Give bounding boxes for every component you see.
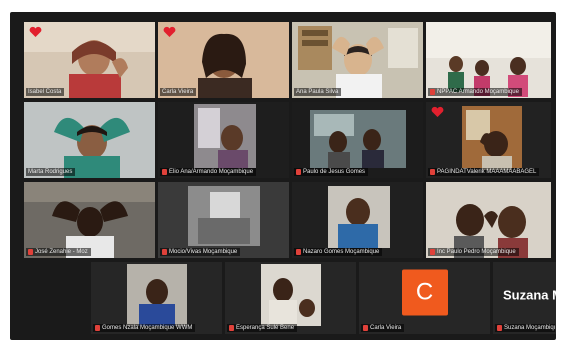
participant-tile[interactable]: C Carla Vieira — [359, 262, 490, 334]
participant-name: José Zenahie - Moz — [35, 249, 88, 255]
participant-video — [158, 102, 289, 178]
participant-name: Marta Rodrigues — [28, 169, 73, 175]
participant-video — [426, 182, 551, 258]
participant-name: Paulo de Jesus Gomes — [303, 169, 366, 175]
participant-name-tag: PAGINDATValerik MAAAMAABAGEL — [428, 168, 540, 176]
participant-name-tag: Inc Paulo Pedro Moçambique — [428, 248, 519, 256]
participant-tile[interactable]: Nazaro Gomes Moçambique — [292, 182, 423, 258]
mic-muted-icon — [497, 325, 502, 331]
participant-name-tag: NPPAC Armando Moçambique — [428, 88, 522, 96]
participant-tile[interactable]: Suzana M Suzana Moçambique — [493, 262, 556, 334]
participant-tile[interactable]: NPPAC Armando Moçambique — [426, 22, 551, 98]
participant-tile[interactable]: José Zenahie - Moz — [24, 182, 155, 258]
participant-tile[interactable]: Paulo de Jesus Gomes — [292, 102, 423, 178]
heart-reaction-icon — [431, 106, 444, 117]
mic-muted-icon — [363, 325, 368, 331]
participant-name: Carla Vieira — [162, 89, 194, 95]
participant-tile[interactable]: Marta Rodrigues — [24, 102, 155, 178]
participant-tile[interactable]: Elio Ana/Armando Moçambique — [158, 102, 289, 178]
participant-tile-active-speaker[interactable]: Ana Paula Silva — [292, 22, 423, 98]
mic-muted-icon — [162, 249, 167, 255]
participant-video — [292, 102, 423, 178]
participant-name: NPPAC Armando Moçambique — [437, 89, 519, 95]
mic-muted-icon — [296, 249, 301, 255]
participant-tile[interactable]: Mocio/Vivas Moçambique — [158, 182, 289, 258]
participant-video — [292, 182, 423, 258]
participant-name: Inc Paulo Pedro Moçambique — [437, 249, 516, 255]
participant-video — [158, 182, 289, 258]
participant-name: Isabel Costa — [28, 89, 62, 95]
participant-name: Esperança Sulé Bene — [236, 325, 295, 331]
mic-muted-icon — [296, 169, 301, 175]
participant-name-tag: Carla Vieira — [160, 88, 197, 96]
participant-video — [292, 22, 423, 98]
mic-muted-icon — [162, 169, 167, 175]
participant-name-tag: Mocio/Vivas Moçambique — [160, 248, 241, 256]
participant-video — [24, 182, 155, 258]
participant-name: Mocio/Vivas Moçambique — [169, 249, 238, 255]
participant-name-tag: Paulo de Jesus Gomes — [294, 168, 369, 176]
heart-reaction-icon — [163, 26, 176, 37]
mic-muted-icon — [28, 249, 33, 255]
participant-video — [426, 22, 551, 98]
participant-video — [426, 102, 551, 178]
participant-name-tag: Nazaro Gomes Moçambique — [294, 248, 383, 256]
participant-video — [24, 102, 155, 178]
participant-name: Suzana Moçambique — [504, 325, 556, 331]
participant-tile[interactable]: Isabel Costa — [24, 22, 155, 98]
heart-reaction-icon — [29, 26, 42, 37]
participant-name: Carla Vieira — [370, 325, 402, 331]
participant-tile[interactable]: Carla Vieira — [158, 22, 289, 98]
participant-name-tag: Ana Paula Silva — [294, 88, 342, 96]
participant-name-tag: José Zenahie - Moz — [26, 248, 91, 256]
participant-name-tag: Suzana Moçambique — [495, 324, 556, 332]
participant-name-tag: Isabel Costa — [26, 88, 65, 96]
participant-name-tag: Gomes Nzala Moçambique WWM — [93, 324, 196, 332]
mic-muted-icon — [430, 249, 435, 255]
mic-muted-icon — [95, 325, 100, 331]
participant-name: Nazaro Gomes Moçambique — [303, 249, 380, 255]
mic-muted-icon — [430, 169, 435, 175]
participant-avatar: C — [401, 269, 448, 316]
participant-name-tag: Esperança Sulé Bene — [227, 324, 298, 332]
participant-name: PAGINDATValerik MAAAMAABAGEL — [437, 169, 537, 175]
participant-name-tag: Carla Vieira — [361, 324, 405, 332]
participant-video — [158, 22, 289, 98]
participant-name: Gomes Nzala Moçambique WWM — [102, 325, 193, 331]
participant-name-tag: Elio Ana/Armando Moçambique — [160, 168, 257, 176]
participant-tile[interactable]: Inc Paulo Pedro Moçambique — [426, 182, 551, 258]
participant-name: Ana Paula Silva — [296, 89, 339, 95]
participant-tile[interactable]: Esperança Sulé Bene — [225, 262, 356, 334]
participant-name: Elio Ana/Armando Moçambique — [169, 169, 254, 175]
mic-muted-icon — [430, 89, 435, 95]
participant-video — [24, 22, 155, 98]
participant-tile[interactable]: PAGINDATValerik MAAAMAABAGEL — [426, 102, 551, 178]
participant-tile[interactable]: Gomes Nzala Moçambique WWM — [91, 262, 222, 334]
video-gallery: Isabel Costa Carla Vieira Ana Paula Silv… — [10, 12, 556, 340]
mic-muted-icon — [229, 325, 234, 331]
participant-name-tag: Marta Rodrigues — [26, 168, 76, 176]
participant-display-name: Suzana M — [503, 287, 556, 303]
